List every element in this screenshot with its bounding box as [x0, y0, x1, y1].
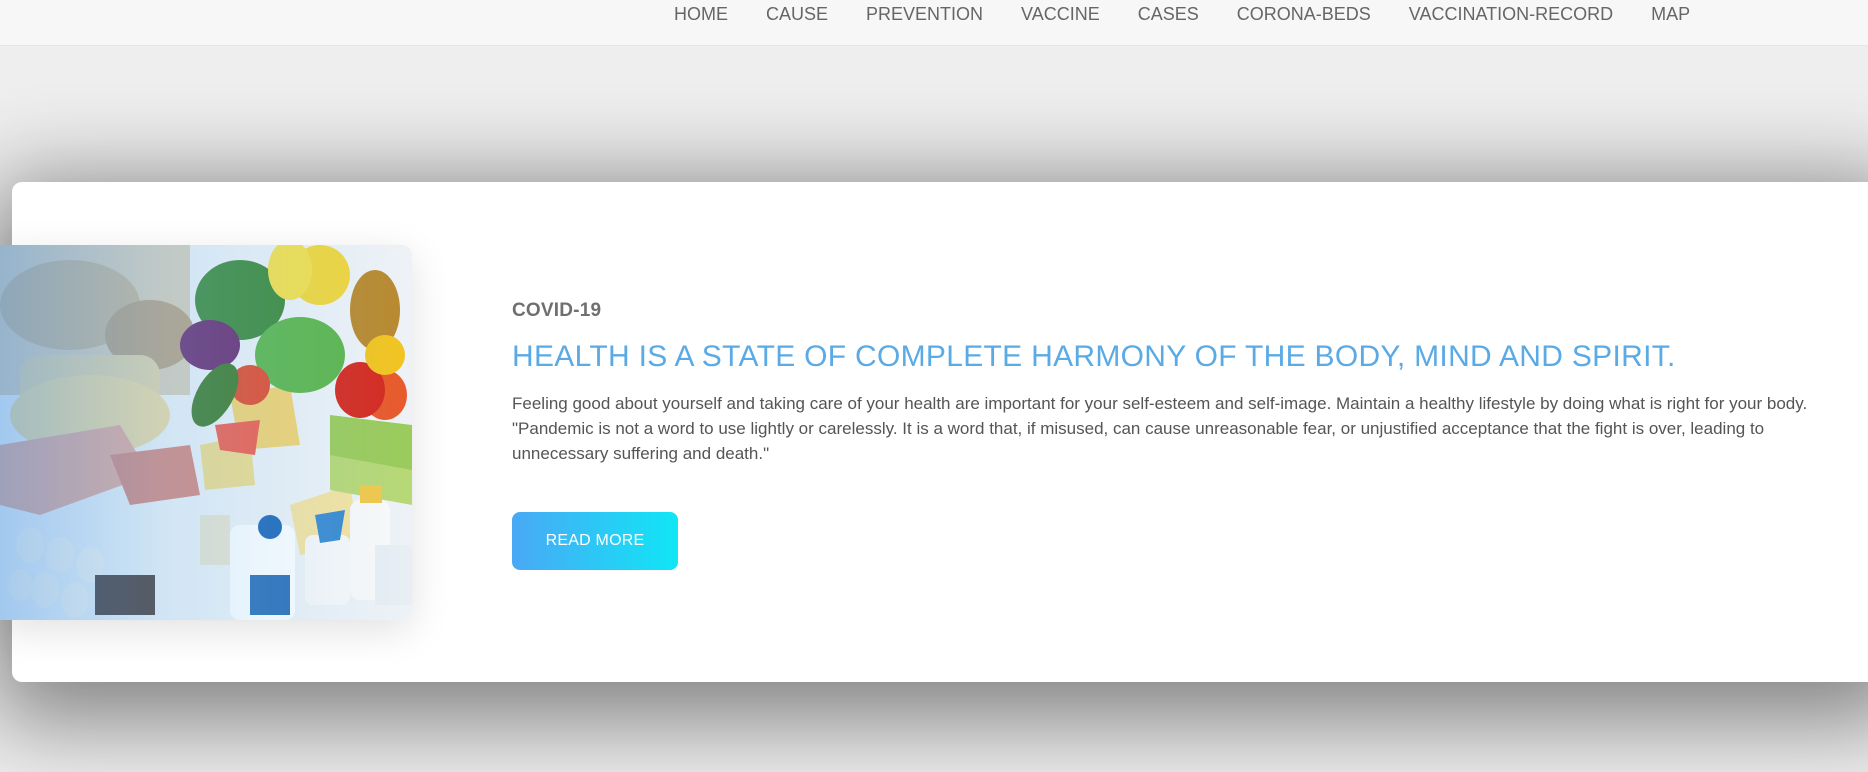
feature-content: COVID-19 HEALTH IS A STATE OF COMPLETE H… [512, 300, 1842, 466]
nav-item-prevention[interactable]: PREVENTION [847, 1, 1002, 27]
healthy-food-image [0, 245, 412, 620]
top-navbar: HOME CAUSE PREVENTION VACCINE CASES CORO… [0, 0, 1868, 46]
nav-item-home[interactable]: HOME [655, 1, 747, 27]
nav-item-corona-beds[interactable]: CORONA-BEDS [1218, 1, 1390, 27]
nav-item-vaccination-record[interactable]: VACCINATION-RECORD [1390, 1, 1632, 27]
nav-item-cases[interactable]: CASES [1119, 1, 1218, 27]
read-more-button[interactable]: READ MORE [512, 512, 678, 570]
nav-item-map[interactable]: MAP [1632, 1, 1709, 27]
feature-description: Feeling good about yourself and taking c… [512, 394, 1808, 463]
photo-overlay [0, 245, 412, 620]
feature-headline: HEALTH IS A STATE OF COMPLETE HARMONY OF… [512, 340, 1676, 373]
main-nav: HOME CAUSE PREVENTION VACCINE CASES CORO… [655, 0, 1709, 28]
nav-item-vaccine[interactable]: VACCINE [1002, 1, 1119, 27]
nav-item-cause[interactable]: CAUSE [747, 1, 847, 27]
section-label: COVID-19 [512, 300, 602, 321]
